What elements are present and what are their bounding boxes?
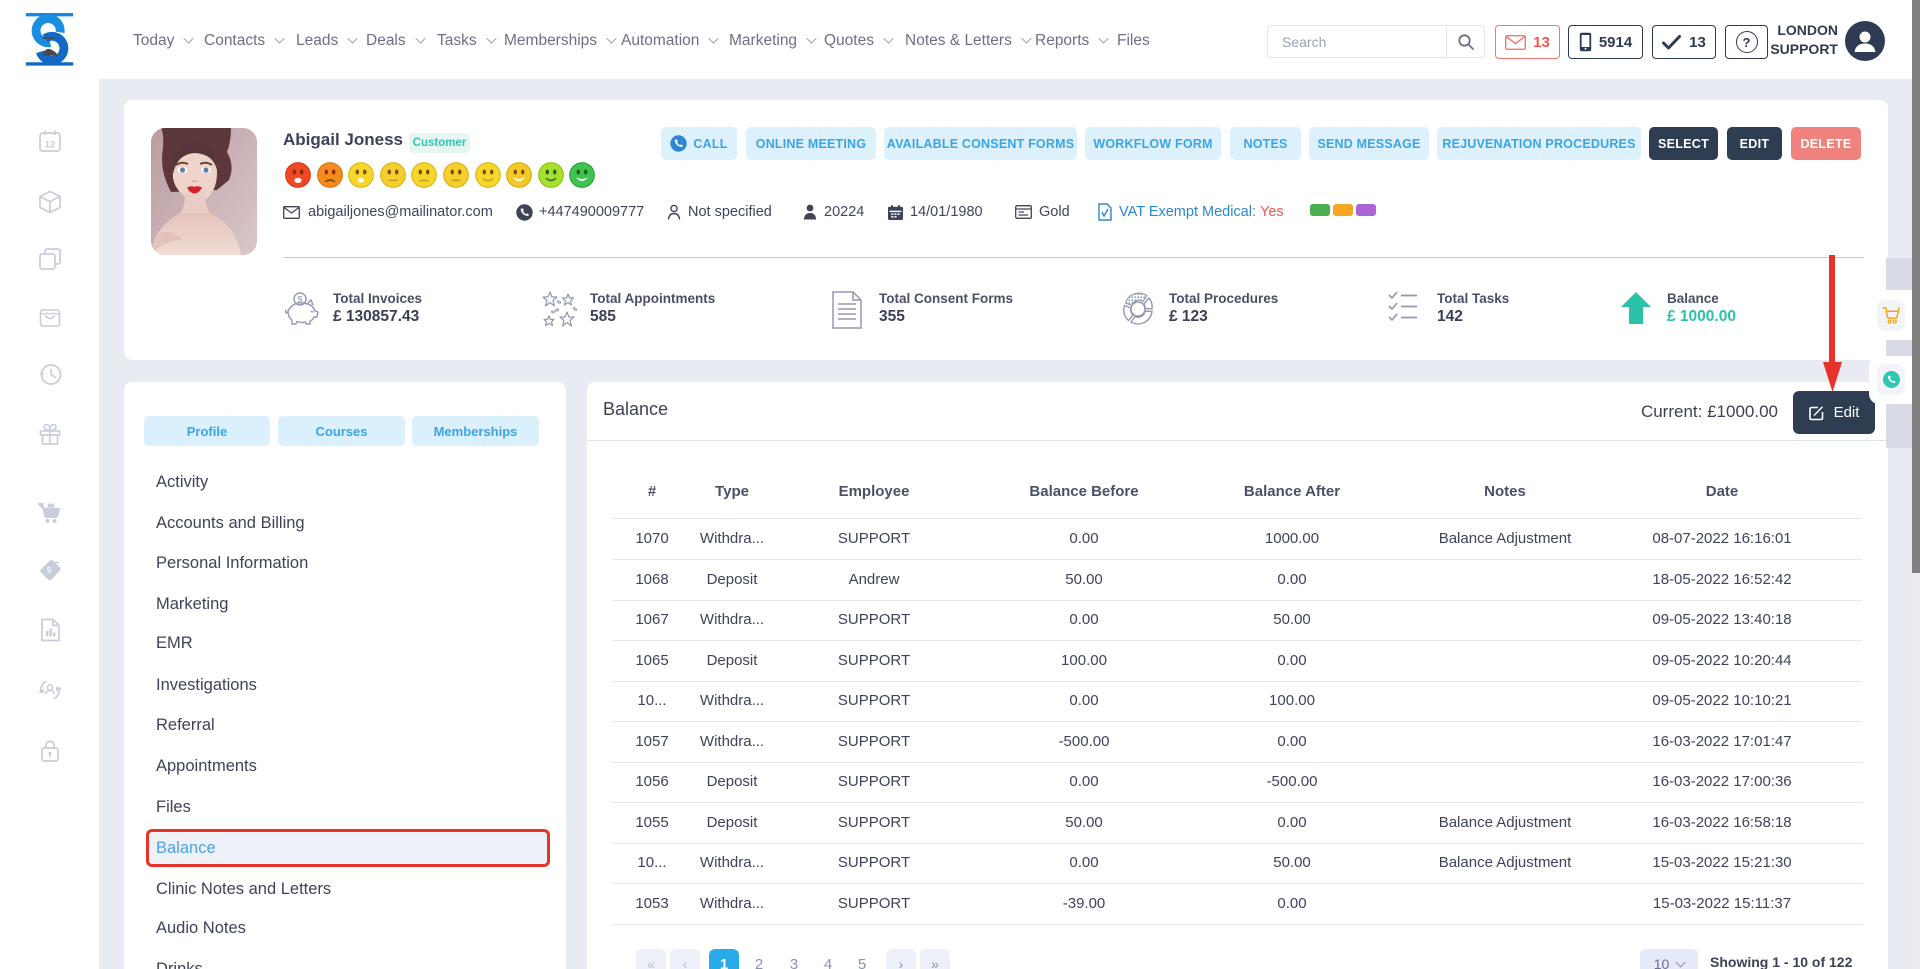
svg-text:12: 12 xyxy=(45,140,56,151)
